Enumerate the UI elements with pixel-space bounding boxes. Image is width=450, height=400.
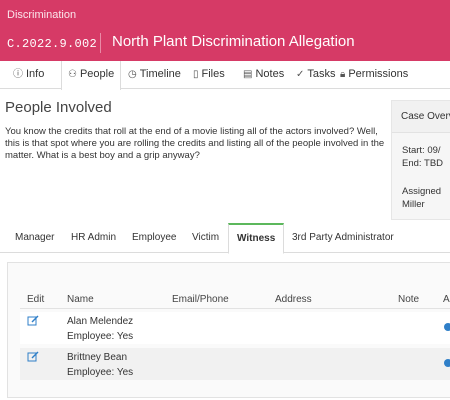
lock-icon: 🔒︎ [340,69,346,80]
tab-people-label: People [79,68,115,80]
people-role-tabs: Manager HR Admin Employee Victim Witness… [0,223,450,254]
column-header-edit: Edit [27,294,45,305]
case-category: Discrimination [7,9,77,21]
tab-victim[interactable]: Victim [192,223,219,253]
case-header: Discrimination C.2022.9.002 North Plant … [0,0,450,61]
person-name: Alan Melendez [67,316,134,327]
edit-icon[interactable] [27,351,39,363]
tab-tasks[interactable]: ✓ Tasks [296,61,336,89]
column-header-email-phone: Email/Phone [172,294,229,305]
person-employee-status: Employee: Yes [67,367,134,378]
case-assigned-label: Assigned [402,186,442,197]
case-id: C.2022.9.002 [7,37,98,51]
column-header-note: Note [398,294,420,305]
column-header-address: Address [275,294,312,305]
section-intro: You know the credits that roll at the en… [5,126,385,161]
case-title: North Plant Discrimination Allegation [112,33,355,50]
tab-files[interactable]: ▯ Files [193,61,225,89]
tab-info-label: Info [26,68,45,80]
person-icon: ⚇ [68,69,77,80]
table-row: Brittney Bean Employee: Yes [20,348,450,380]
tab-3rd-party-administrator[interactable]: 3rd Party Administrator [292,223,394,253]
table-header-divider [20,308,450,309]
note-icon: ▤ [243,69,253,80]
case-overview-title: Case Overview [392,101,450,133]
tab-people[interactable]: ⚇ People [61,61,122,90]
clock-icon: ◷ [128,69,137,80]
tab-permissions-label: Permissions [348,68,409,80]
tab-timeline[interactable]: ◷ Timeline [128,61,181,89]
header-separator [100,33,101,53]
tab-notes[interactable]: ▤ Notes [243,61,284,89]
page-title: People Involved [5,99,112,116]
case-tabs: ⓘ Info ⚇ People ◷ Timeline ▯ Files ▤ Notes ✓ T… [0,61,450,90]
edit-icon[interactable] [27,315,39,327]
tab-employee[interactable]: Employee [132,223,176,253]
tab-manager[interactable]: Manager [15,223,54,253]
case-assignee: Miller [402,199,425,210]
person-employee-status: Employee: Yes [67,331,134,342]
case-start-date: Start: 09/ [402,145,441,156]
table-row: Alan Melendez Employee: Yes [20,312,450,344]
tab-tasks-label: Tasks [307,68,336,80]
person-name: Brittney Bean [67,352,128,363]
tab-notes-label: Notes [255,68,285,80]
column-header-actions: A [443,294,450,305]
case-overview-card: Case Overview Start: 09/ End: TBD Assign… [391,100,450,220]
column-header-name: Name [67,294,94,305]
check-icon: ✓ [296,69,305,80]
file-icon: ▯ [193,69,199,80]
case-end-date: End: TBD [402,158,444,169]
info-icon: ⓘ [13,69,23,80]
tab-witness[interactable]: Witness [228,223,285,254]
tab-info[interactable]: ⓘ Info [13,61,44,89]
tab-hr-admin[interactable]: HR Admin [71,223,116,253]
row-action-icon[interactable] [444,359,450,367]
tab-timeline-label: Timeline [139,68,181,80]
row-action-icon[interactable] [444,323,450,331]
tab-permissions[interactable]: 🔒︎ Permissions [340,61,408,89]
tab-files-label: Files [201,68,225,80]
